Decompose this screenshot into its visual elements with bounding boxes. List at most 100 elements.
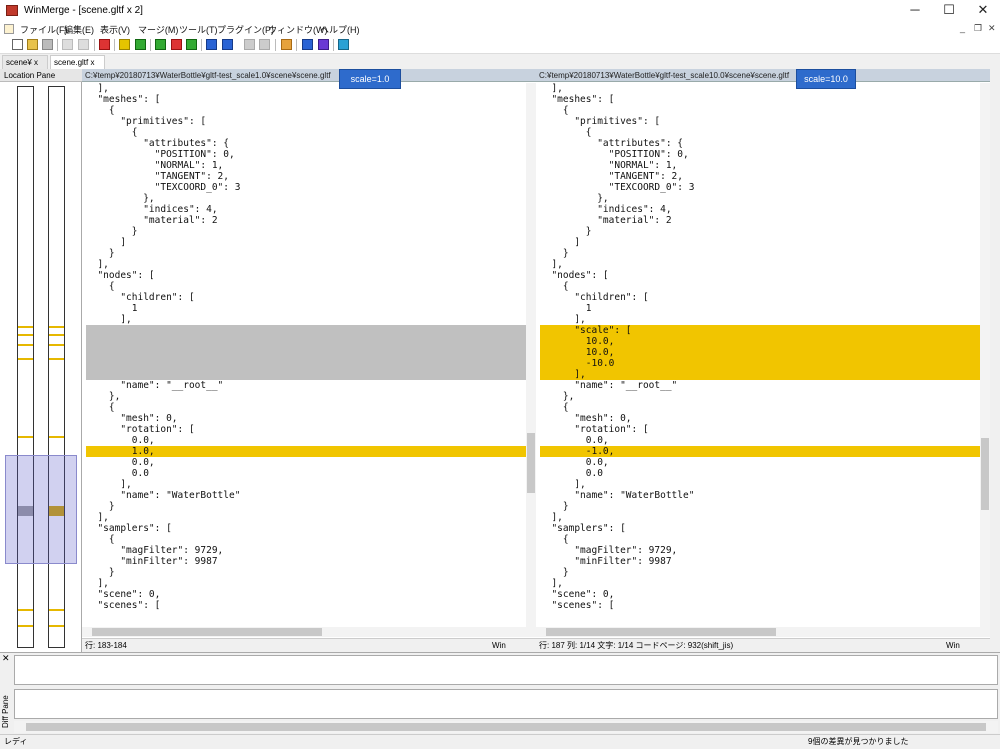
right-code-line[interactable]: 10.0, — [540, 336, 982, 347]
left-code-line[interactable]: "magFilter": 9729, — [86, 545, 528, 556]
left-code-line[interactable] — [86, 347, 528, 358]
menu-window[interactable]: ウィンドウ(W) — [268, 23, 328, 36]
right-code-line[interactable]: { — [540, 281, 982, 292]
left-code-line[interactable]: { — [86, 105, 528, 116]
menu-view[interactable]: 表示(V) — [100, 23, 130, 36]
left-code-line[interactable]: 1 — [86, 303, 528, 314]
right-code-line[interactable]: ] — [540, 237, 982, 248]
right-code-line[interactable]: { — [540, 127, 982, 138]
right-code-line[interactable]: ], — [540, 314, 982, 325]
right-code-line[interactable]: -10.0 — [540, 358, 982, 369]
right-code-line[interactable]: "name": "WaterBottle" — [540, 490, 982, 501]
left-code-line[interactable]: "children": [ — [86, 292, 528, 303]
left-code-line[interactable]: "scenes": [ — [86, 600, 528, 611]
undo-icon[interactable] — [62, 39, 73, 50]
right-code-line[interactable]: }, — [540, 391, 982, 402]
left-code-line[interactable]: ], — [86, 578, 528, 589]
left-code-line[interactable]: "TEXCOORD_0": 3 — [86, 182, 528, 193]
left-code-line[interactable]: } — [86, 501, 528, 512]
save-icon[interactable] — [42, 39, 53, 50]
right-code-line[interactable]: ], — [540, 369, 982, 380]
menu-file[interactable]: ファイル(F) — [20, 23, 68, 36]
right-code-line[interactable]: "attributes": { — [540, 138, 982, 149]
right-code-line[interactable]: "children": [ — [540, 292, 982, 303]
right-code-line[interactable]: "indices": 4, — [540, 204, 982, 215]
left-code-line[interactable]: "rotation": [ — [86, 424, 528, 435]
right-code-line[interactable]: 1 — [540, 303, 982, 314]
left-code-line[interactable]: ], — [86, 83, 528, 94]
menu-merge[interactable]: マージ(M) — [138, 23, 178, 36]
left-code-line[interactable]: { — [86, 534, 528, 545]
left-vertical-scrollbar[interactable] — [526, 83, 536, 627]
close-button[interactable]: ✕ — [966, 0, 1000, 22]
menu-tools[interactable]: ツール(T) — [179, 23, 218, 36]
maximize-button[interactable]: ☐ — [932, 0, 966, 22]
right-code-line[interactable]: 10.0, — [540, 347, 982, 358]
right-code-line[interactable]: }, — [540, 193, 982, 204]
options-icon[interactable] — [281, 39, 292, 50]
left-code-line[interactable]: { — [86, 127, 528, 138]
left-code-line[interactable]: ], — [86, 479, 528, 490]
left-code-line[interactable]: ], — [86, 259, 528, 270]
right-code-line[interactable]: "NORMAL": 1, — [540, 160, 982, 171]
web-icon[interactable] — [338, 39, 349, 50]
left-code-line[interactable]: "primitives": [ — [86, 116, 528, 127]
right-code-line[interactable]: ], — [540, 578, 982, 589]
left-code-line[interactable]: "mesh": 0, — [86, 413, 528, 424]
left-code-line[interactable]: }, — [86, 193, 528, 204]
copy-right-icon[interactable] — [206, 39, 217, 50]
left-code-line[interactable]: "meshes": [ — [86, 94, 528, 105]
left-code-line[interactable]: "material": 2 — [86, 215, 528, 226]
right-code-line[interactable]: "name": "__root__" — [540, 380, 982, 391]
right-code-line[interactable]: "TEXCOORD_0": 3 — [540, 182, 982, 193]
left-horizontal-scroll-thumb[interactable] — [92, 628, 322, 636]
right-code-line[interactable]: { — [540, 402, 982, 413]
menu-edit[interactable]: 編集(E) — [64, 23, 94, 36]
right-code-line[interactable]: "meshes": [ — [540, 94, 982, 105]
right-code-line[interactable]: "samplers": [ — [540, 523, 982, 534]
left-code-line[interactable]: "indices": 4, — [86, 204, 528, 215]
right-code-line[interactable]: } — [540, 226, 982, 237]
right-code-line[interactable]: 0.0, — [540, 457, 982, 468]
left-code-line[interactable]: ], — [86, 512, 528, 523]
right-code-line[interactable]: "primitives": [ — [540, 116, 982, 127]
diff-pane-horizontal-scrollbar[interactable] — [14, 721, 998, 733]
left-code-line[interactable]: 1.0, — [86, 446, 528, 457]
left-code-line[interactable]: "name": "__root__" — [86, 380, 528, 391]
left-code-line[interactable] — [86, 358, 528, 369]
right-code-line[interactable]: } — [540, 567, 982, 578]
diff-pane-close-button[interactable]: ✕ — [2, 653, 10, 664]
left-code-line[interactable] — [86, 325, 528, 336]
last-difference-icon[interactable] — [155, 39, 166, 50]
copy-left-icon[interactable] — [222, 39, 233, 50]
left-code-line[interactable]: "POSITION": 0, — [86, 149, 528, 160]
left-code-line[interactable]: "minFilter": 9987 — [86, 556, 528, 567]
right-code-line[interactable]: "TANGENT": 2, — [540, 171, 982, 182]
right-horizontal-scrollbar[interactable] — [536, 627, 990, 637]
right-code-line[interactable]: } — [540, 501, 982, 512]
diff-pane-left-view[interactable] — [14, 655, 998, 685]
diff-nav-icon[interactable] — [186, 39, 197, 50]
left-code-line[interactable]: "TANGENT": 2, — [86, 171, 528, 182]
left-code-line[interactable]: "name": "WaterBottle" — [86, 490, 528, 501]
first-difference-icon[interactable] — [99, 39, 110, 50]
right-code-line[interactable]: ], — [540, 512, 982, 523]
tab-scene-folder[interactable]: scene¥ x 2 — [2, 55, 48, 80]
right-code-line[interactable]: "scenes": [ — [540, 600, 982, 611]
left-code-view[interactable]: ], "meshes": [ { "primitives": [ { "attr… — [86, 83, 528, 627]
menu-help[interactable]: ヘルプ(H) — [320, 23, 360, 36]
right-code-line[interactable]: "POSITION": 0, — [540, 149, 982, 160]
right-code-line[interactable]: } — [540, 248, 982, 259]
right-code-line[interactable]: "rotation": [ — [540, 424, 982, 435]
diff-pane-scroll-thumb[interactable] — [26, 723, 986, 731]
right-vertical-scroll-thumb[interactable] — [981, 438, 989, 510]
left-code-line[interactable]: "scene": 0, — [86, 589, 528, 600]
left-code-line[interactable]: "NORMAL": 1, — [86, 160, 528, 171]
left-code-line[interactable] — [86, 336, 528, 347]
right-code-line[interactable]: "scale": [ — [540, 325, 982, 336]
right-code-view[interactable]: ], "meshes": [ { "primitives": [ { "attr… — [540, 83, 982, 627]
mdi-close-button[interactable]: ✕ — [988, 23, 996, 34]
copy-left-advance-icon[interactable] — [259, 39, 270, 50]
left-code-line[interactable]: "nodes": [ — [86, 270, 528, 281]
left-vertical-scroll-thumb[interactable] — [527, 433, 535, 493]
